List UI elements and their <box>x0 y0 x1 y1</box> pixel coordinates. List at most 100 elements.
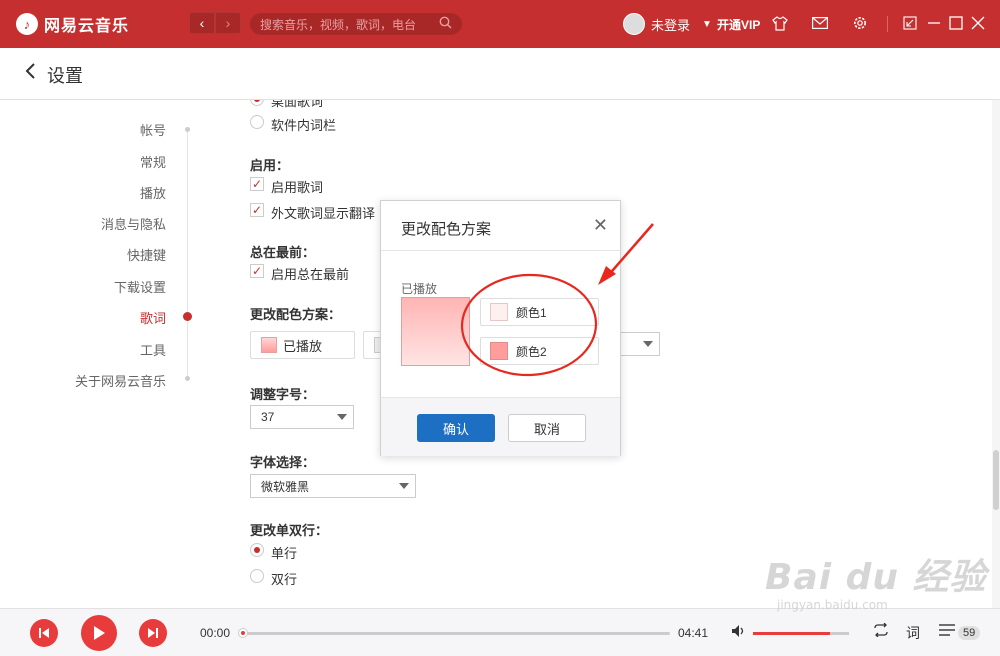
font-size-select[interactable]: 37 <box>250 405 354 429</box>
embedded-lyrics-label: 软件内词栏 <box>271 118 337 133</box>
color-scheme-dialog: 更改配色方案 ✕ 已播放 颜色1 颜色2 确认 取消 <box>380 200 621 456</box>
lyrics-toggle[interactable]: 词 <box>906 623 920 643</box>
chevron-left-icon[interactable] <box>24 62 36 86</box>
color1-label: 颜色1 <box>516 305 547 320</box>
played-label: 已播放 <box>401 282 438 296</box>
app-logo[interactable]: ♪ 网易云音乐 <box>16 12 129 36</box>
close-icon[interactable] <box>968 13 988 33</box>
watermark-brand: Bai du 经验 <box>765 557 987 598</box>
enable-lyrics-label: 启用歌词 <box>271 180 324 195</box>
font-size-heading: 调整字号： <box>250 387 316 402</box>
chevron-down-icon <box>643 341 653 347</box>
app-name: 网易云音乐 <box>44 18 130 35</box>
sidebar-item-privacy[interactable]: 消息与隐私 <box>0 214 166 233</box>
sidebar-item-about[interactable]: 关于网易云音乐 <box>0 371 166 390</box>
sidebar-item-tools[interactable]: 工具 <box>0 340 166 359</box>
search-icon[interactable] <box>439 16 452 32</box>
user-menu[interactable]: 未登录 ▼ <box>623 13 712 35</box>
loop-icon[interactable] <box>872 622 890 642</box>
nav-dot <box>185 127 190 132</box>
sidebar-item-general[interactable]: 常规 <box>0 152 166 171</box>
mini-mode-icon[interactable] <box>900 13 920 33</box>
scrollbar[interactable] <box>992 100 1000 608</box>
foreign-translate-checkbox[interactable]: ✓ <box>250 203 264 217</box>
skin-icon[interactable] <box>770 13 790 33</box>
sidebar-item-lyrics[interactable]: 歌词 <box>0 308 166 327</box>
login-status[interactable]: 未登录 <box>651 15 690 34</box>
progress-bar[interactable] <box>238 628 670 638</box>
forward-button[interactable]: › <box>215 12 241 34</box>
double-line-label: 双行 <box>271 572 298 587</box>
single-line-label: 单行 <box>271 546 298 561</box>
played-color-button[interactable]: 已播放 <box>250 331 355 359</box>
chevron-down-icon[interactable]: ▼ <box>702 19 712 30</box>
chevron-down-icon <box>337 414 347 420</box>
color-preview <box>401 297 470 366</box>
font-size-value: 37 <box>261 410 275 424</box>
minimize-icon[interactable] <box>924 13 944 33</box>
search-box[interactable]: 搜索音乐，视频，歌词，电台 <box>250 13 462 35</box>
search-input[interactable]: 搜索音乐，视频，歌词，电台 <box>260 16 439 33</box>
played-swatch <box>261 337 277 353</box>
sidebar-item-shortcuts[interactable]: 快捷键 <box>0 245 166 264</box>
desktop-lyrics-radio[interactable] <box>250 100 264 106</box>
playlist-count: 59 <box>958 626 981 640</box>
dialog-title: 更改配色方案 <box>401 221 492 238</box>
chevron-down-icon <box>399 483 409 489</box>
total-time: 04:41 <box>678 626 709 640</box>
enable-heading: 启用： <box>250 158 290 173</box>
back-button[interactable]: ‹ <box>189 12 215 34</box>
next-track-button[interactable] <box>139 619 167 647</box>
color1-swatch <box>490 303 508 321</box>
dialog-footer: 确认 取消 <box>381 397 620 456</box>
scrollbar-thumb[interactable] <box>993 450 999 510</box>
line-mode-heading: 更改单双行： <box>250 523 329 538</box>
progress-handle[interactable] <box>238 628 248 638</box>
color-preset-select[interactable] <box>615 332 660 356</box>
always-top-heading: 总在最前： <box>250 245 316 260</box>
sidebar-item-playback[interactable]: 播放 <box>0 183 166 202</box>
played-button-label: 已播放 <box>283 338 323 354</box>
vip-link[interactable]: 开通VIP <box>717 16 760 33</box>
nav-dot <box>185 376 190 381</box>
play-button[interactable] <box>81 615 117 651</box>
current-time: 00:00 <box>200 626 231 640</box>
history-nav: ‹ › <box>189 12 241 34</box>
maximize-icon[interactable] <box>946 13 966 33</box>
color1-button[interactable]: 颜色1 <box>480 298 599 326</box>
single-line-radio[interactable] <box>250 543 264 557</box>
sidebar-item-download[interactable]: 下载设置 <box>0 277 166 296</box>
netease-logo-icon: ♪ <box>16 13 38 35</box>
avatar[interactable] <box>623 13 645 35</box>
playlist-icon[interactable] <box>938 623 956 642</box>
title-bar: ♪ 网易云音乐 ‹ › 搜索音乐，视频，歌词，电台 未登录 ▼ 开通VIP <box>0 0 1000 48</box>
embedded-lyrics-radio[interactable] <box>250 115 264 129</box>
cancel-button[interactable]: 取消 <box>508 414 586 442</box>
double-line-radio[interactable] <box>250 569 264 583</box>
color2-button[interactable]: 颜色2 <box>480 337 599 365</box>
divider <box>887 16 888 32</box>
enable-lyrics-checkbox[interactable]: ✓ <box>250 177 264 191</box>
foreign-translate-label: 外文歌词显示翻译 <box>271 206 376 221</box>
watermark: Bai du 经验 jingyan.baidu.com <box>765 548 987 612</box>
volume-fill <box>753 632 830 635</box>
watermark-url: jingyan.baidu.com <box>777 598 888 612</box>
page-title: 设置 <box>47 66 83 86</box>
always-top-label: 启用总在最前 <box>271 267 350 282</box>
confirm-button[interactable]: 确认 <box>417 414 495 442</box>
font-select[interactable]: 微软雅黑 <box>250 474 416 498</box>
sidebar-item-account[interactable]: 帐号 <box>0 120 166 139</box>
close-icon[interactable]: ✕ <box>593 215 608 236</box>
nav-dot-active <box>183 312 192 321</box>
volume-slider[interactable] <box>753 632 849 635</box>
gear-icon[interactable] <box>850 13 870 33</box>
volume-icon[interactable] <box>731 624 747 641</box>
mail-icon[interactable] <box>810 13 830 33</box>
color2-swatch <box>490 342 508 360</box>
font-value: 微软雅黑 <box>261 479 310 494</box>
desktop-lyrics-label: 桌面歌词 <box>271 100 324 109</box>
divider <box>381 250 620 251</box>
prev-track-button[interactable] <box>30 619 58 647</box>
always-top-checkbox[interactable]: ✓ <box>250 264 264 278</box>
settings-header: 设置 <box>0 48 1000 100</box>
